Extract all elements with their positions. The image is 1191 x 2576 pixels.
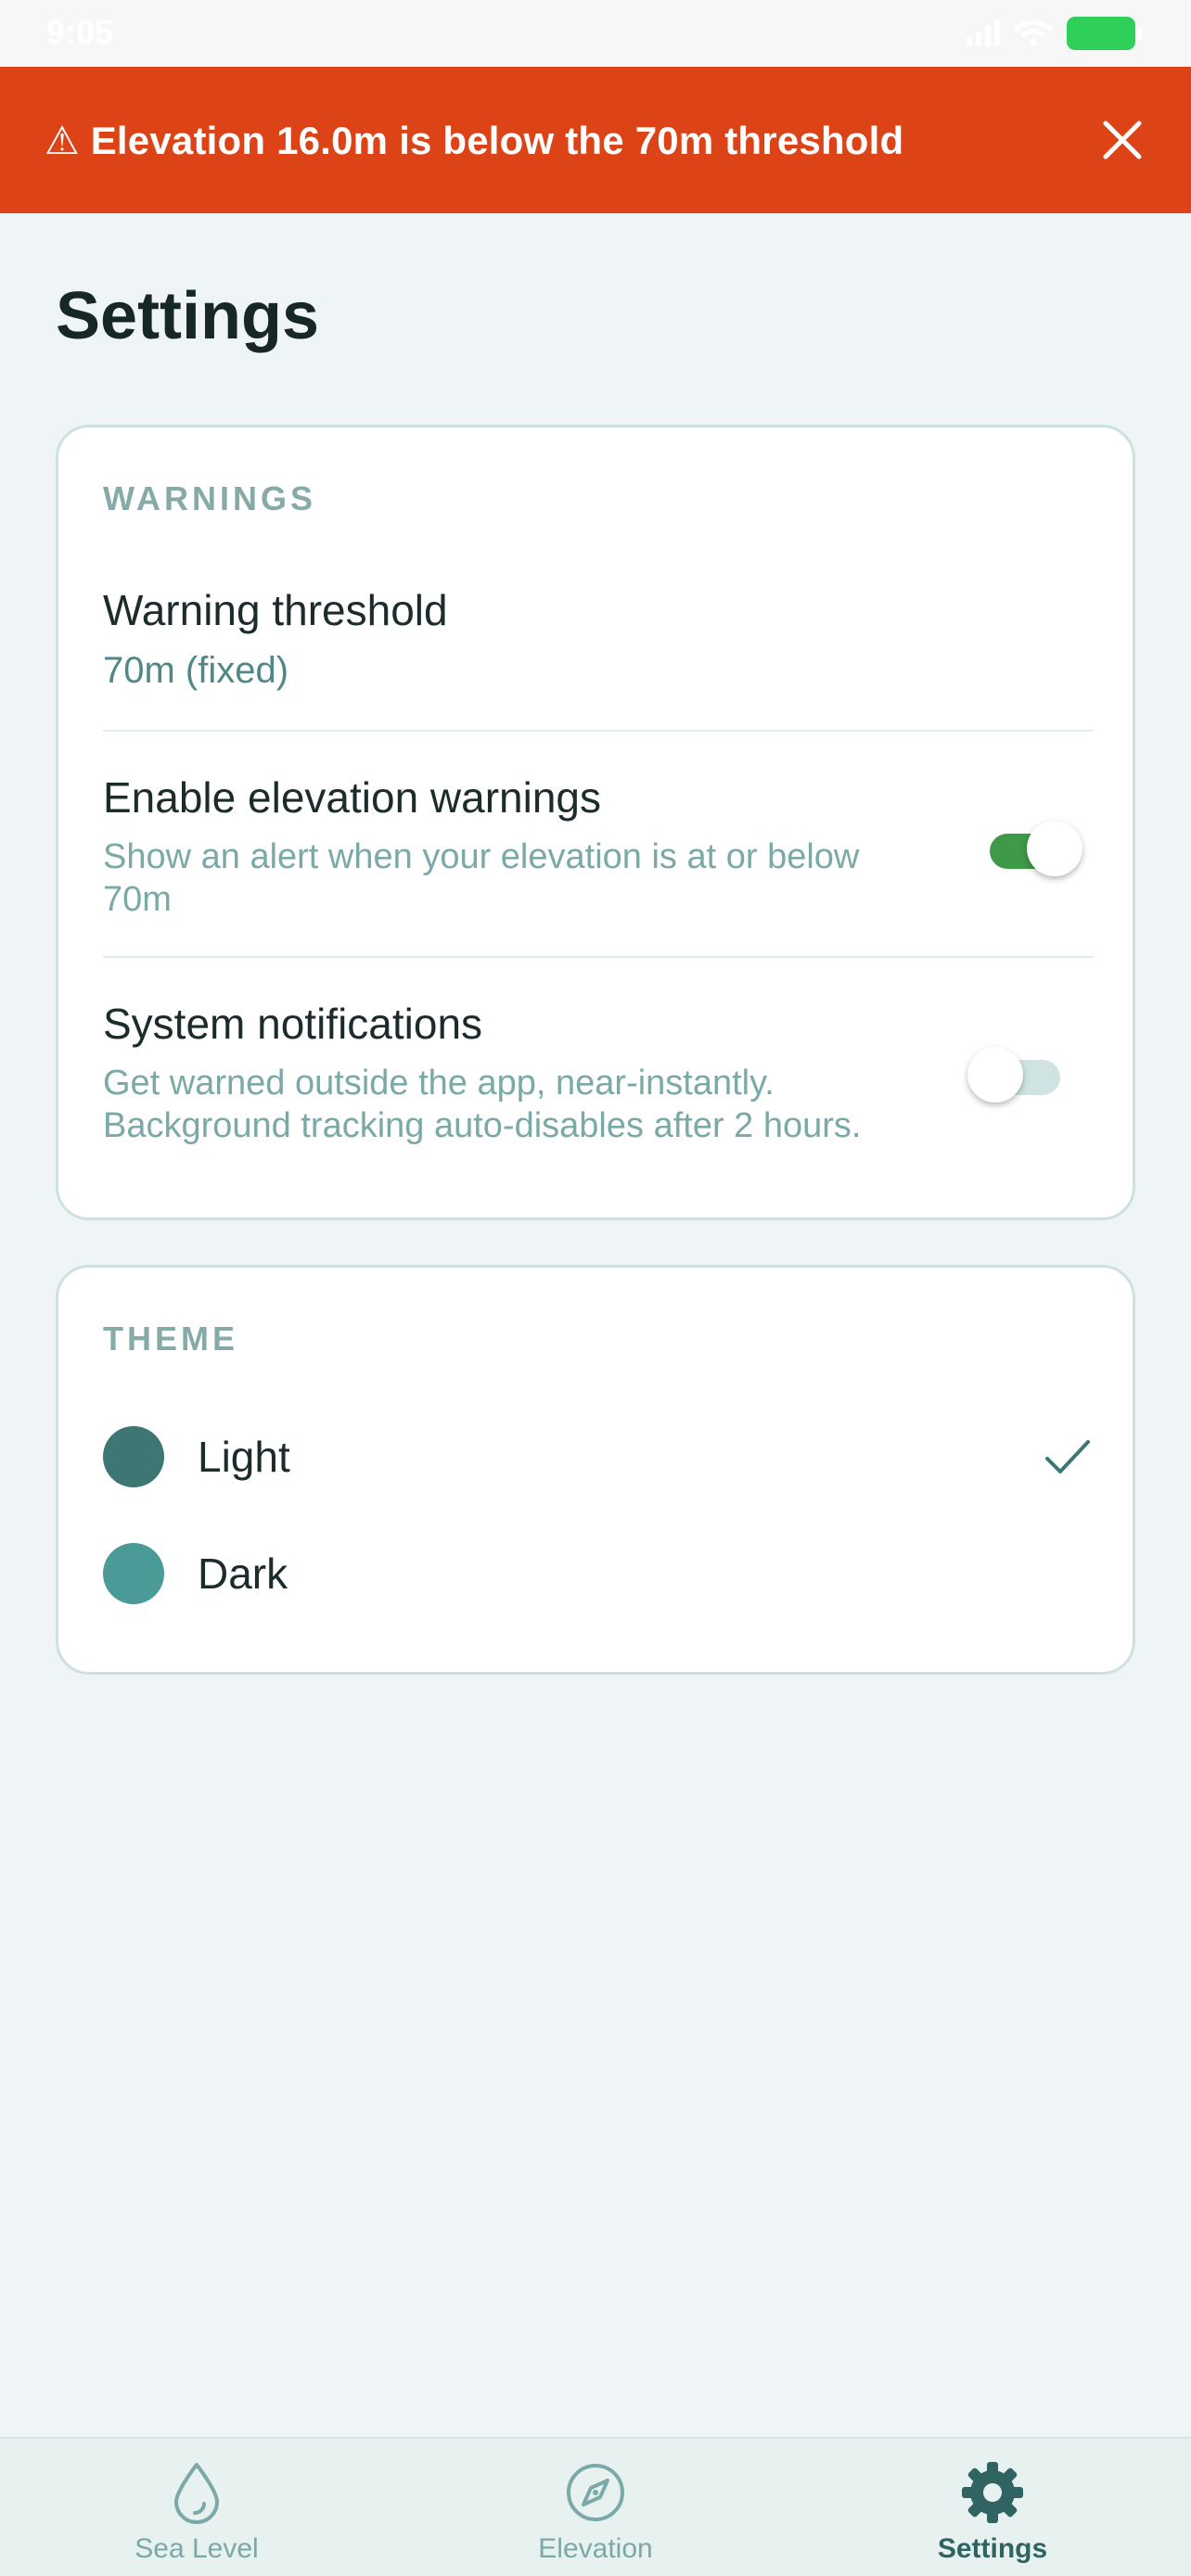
signal-icon	[967, 20, 1000, 46]
banner-message: ⚠ Elevation 16.0m is below the 70m thres…	[45, 118, 904, 162]
divider	[103, 956, 1094, 958]
elevation-warnings-description-line1: Show an alert when your elevation is at …	[103, 837, 860, 876]
nav-tab-elevation[interactable]: Elevation	[484, 2459, 707, 2570]
system-notifications-description-line1: Get warned outside the app, near-instant…	[103, 1064, 775, 1103]
status-icons	[967, 15, 1143, 52]
theme-section-title: THEME	[103, 1320, 238, 1358]
nav-tab-settings[interactable]: Settings	[881, 2459, 1104, 2570]
elevation-warnings-label: Enable elevation warnings	[103, 773, 602, 822]
nav-label: Elevation	[538, 2533, 653, 2564]
light-theme-swatch	[103, 1426, 164, 1487]
divider	[103, 730, 1094, 732]
elevation-warnings-description-line2: 70m	[103, 880, 172, 919]
toggle-thumb	[967, 1047, 1023, 1103]
bottom-navigation: Sea Level Elevation Settings	[0, 2437, 1191, 2576]
banner-close-button[interactable]	[1096, 114, 1148, 166]
toggle-thumb	[1027, 821, 1082, 876]
system-notifications-toggle[interactable]	[967, 1043, 1060, 1103]
system-notifications-description: Get warned outside the app, near-instant…	[103, 1062, 861, 1147]
warnings-section-title: WARNINGS	[103, 479, 316, 517]
nav-label: Settings	[937, 2533, 1048, 2564]
settings-screen: 9:05 ⚠ Elevation 16.0m is below the 70m …	[0, 0, 1191, 2576]
checkmark-icon	[1045, 1440, 1090, 1473]
theme-option-light[interactable]: Light	[103, 1416, 1094, 1498]
elevation-warnings-description: Show an alert when your elevation is at …	[103, 835, 859, 921]
theme-option-label: Light	[198, 1433, 290, 1481]
page-title: Settings	[56, 279, 320, 353]
nav-label: Sea Level	[134, 2533, 259, 2564]
theme-option-dark[interactable]: Dark	[103, 1533, 1094, 1614]
gear-icon	[959, 2459, 1026, 2526]
system-notifications-description-line2: Background tracking auto-disables after …	[103, 1106, 862, 1145]
dark-theme-swatch	[103, 1543, 164, 1604]
theme-card: THEME Light Dark	[56, 1265, 1135, 1675]
close-icon	[1103, 121, 1142, 159]
droplet-icon	[163, 2459, 230, 2526]
warnings-card: WARNINGS Warning threshold 70m (fixed) E…	[56, 425, 1135, 1220]
compass-icon	[562, 2459, 629, 2526]
warning-threshold-label: Warning threshold	[103, 586, 448, 634]
elevation-warning-banner: ⚠ Elevation 16.0m is below the 70m thres…	[0, 67, 1191, 213]
battery-icon	[1067, 17, 1143, 50]
elevation-warnings-toggle[interactable]	[990, 817, 1082, 876]
wifi-icon	[1015, 19, 1052, 46]
warning-threshold-value: 70m (fixed)	[103, 650, 289, 691]
theme-option-label: Dark	[198, 1549, 288, 1598]
system-notifications-label: System notifications	[103, 1000, 483, 1048]
nav-tab-sea-level[interactable]: Sea Level	[85, 2459, 308, 2570]
status-bar: 9:05	[0, 0, 1191, 67]
status-time: 9:05	[46, 13, 114, 51]
